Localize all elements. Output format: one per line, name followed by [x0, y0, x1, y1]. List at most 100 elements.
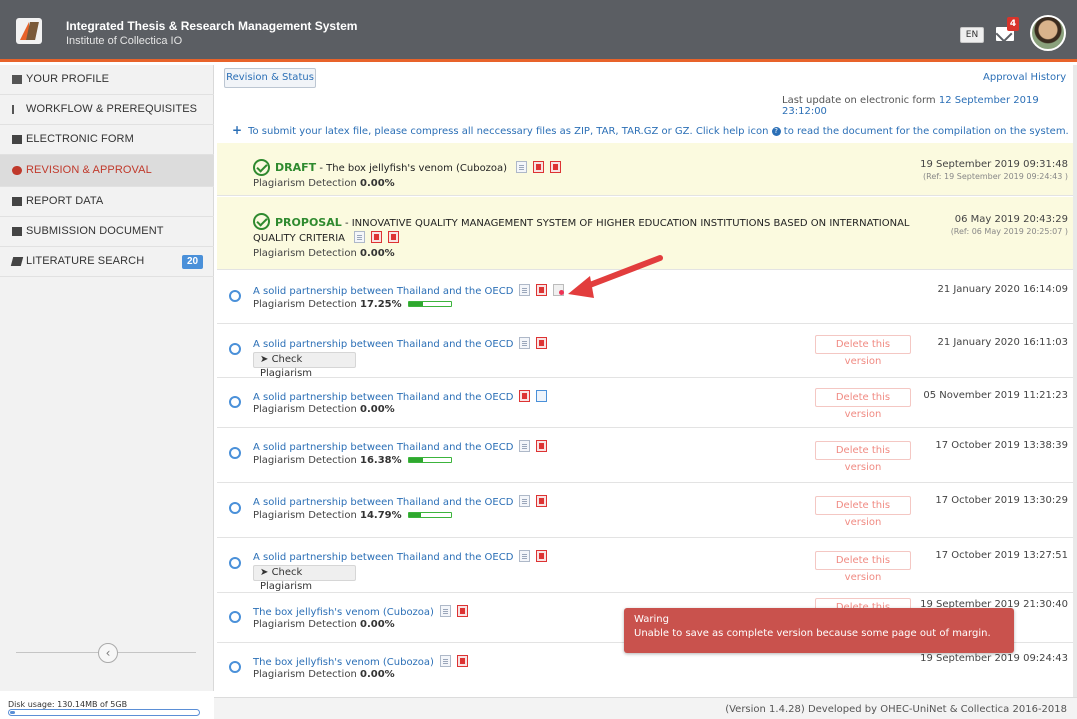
version-title[interactable]: A solid partnership between Thailand and… — [253, 339, 513, 350]
draft-ref: (Ref: 19 September 2019 09:24:43 ) — [923, 172, 1068, 181]
pdf-icon[interactable] — [533, 161, 545, 173]
plagiarism-bar-fill — [408, 458, 423, 462]
sidebar: YOUR PROFILE WORKFLOW & PREREQUISITES EL… — [0, 65, 214, 691]
sidebar-item-electronic-form[interactable]: ELECTRONIC FORM — [0, 125, 214, 155]
sidebar-item-label: SUBMISSION DOCUMENT — [26, 225, 164, 237]
delete-version-button[interactable]: Delete this version — [815, 388, 911, 420]
last-update-text: Last update on electronic form 12 Septem… — [782, 95, 1077, 117]
copy-icon — [12, 135, 22, 144]
scrollbar[interactable] — [1073, 65, 1077, 697]
delete-version-button[interactable]: Delete this version — [815, 496, 911, 528]
plagiarism-detection: Plagiarism Detection 16.38% — [253, 455, 452, 466]
pdf-icon[interactable] — [371, 231, 383, 243]
pdf-icon[interactable] — [536, 495, 548, 507]
footer: (Version 1.4.28) Developed by OHEC-UniNe… — [214, 697, 1077, 719]
pdf-icon[interactable] — [536, 337, 548, 349]
file-text-icon[interactable] — [519, 495, 531, 507]
info-text: To submit your latex file, please compre… — [248, 126, 769, 137]
sidebar-item-revision-approval[interactable]: REVISION & APPROVAL — [0, 155, 214, 187]
file-text-icon[interactable] — [354, 231, 366, 243]
pencil-square-icon — [12, 197, 22, 206]
plagiarism-detection: Plagiarism Detection 0.00% — [253, 669, 395, 680]
file-text-icon[interactable] — [519, 550, 531, 562]
proposal-title-line2-wrap: QUALITY CRITERIA — [253, 231, 400, 244]
file-text-icon[interactable] — [519, 440, 531, 452]
version-title[interactable]: A solid partnership between Thailand and… — [253, 392, 513, 403]
pdf-icon[interactable] — [536, 440, 548, 452]
pdf-icon[interactable] — [536, 550, 548, 562]
sidebar-item-literature-search[interactable]: LITERATURE SEARCH 20 — [0, 247, 214, 277]
collapse-sidebar-button[interactable]: ‹ — [98, 643, 118, 663]
approval-history-link[interactable]: Approval History — [983, 72, 1066, 83]
sidebar-item-workflow[interactable]: WORKFLOW & PREREQUISITES — [0, 95, 214, 125]
version-date: 17 October 2019 13:27:51 — [935, 550, 1068, 561]
version-title-wrap: A solid partnership between Thailand and… — [253, 495, 548, 508]
check-plagiarism-button[interactable]: ➤ Check Plagiarism — [253, 565, 356, 592]
delete-version-button[interactable]: Delete this version — [815, 441, 911, 473]
version-radio[interactable] — [229, 396, 241, 408]
version-radio[interactable] — [229, 502, 241, 514]
version-row: A solid partnership between Thailand and… — [217, 484, 1074, 538]
version-row: A solid partnership between Thailand and… — [217, 429, 1074, 483]
plagiarism-bar — [407, 457, 452, 463]
version-date: 21 January 2020 16:14:09 — [937, 284, 1068, 295]
file-text-icon[interactable] — [439, 655, 451, 667]
version-radio[interactable] — [229, 661, 241, 673]
pdf-icon[interactable] — [388, 231, 400, 243]
version-row: A solid partnership between Thailand and… — [217, 539, 1074, 593]
version-radio[interactable] — [229, 290, 241, 302]
sidebar-item-your-profile[interactable]: YOUR PROFILE — [0, 65, 214, 95]
version-radio[interactable] — [229, 611, 241, 623]
version-date: 05 November 2019 11:21:23 — [923, 390, 1068, 401]
plagiarism-detection: Plagiarism Detection 0.00% — [253, 178, 395, 189]
version-title[interactable]: The box jellyfish's venom (Cubozoa) — [253, 607, 434, 618]
sidebar-item-label: ELECTRONIC FORM — [26, 133, 134, 145]
version-title[interactable]: A solid partnership between Thailand and… — [253, 552, 513, 563]
draft-title-text: The box jellyfish's venom (Cubozoa) — [326, 163, 508, 174]
file-text-icon[interactable] — [516, 161, 528, 173]
delete-version-button[interactable]: Delete this version — [815, 335, 911, 367]
warning-toast[interactable]: Waring Unable to save as complete versio… — [624, 608, 1014, 653]
sidebar-item-label: REVISION & APPROVAL — [26, 164, 152, 176]
version-radio[interactable] — [229, 557, 241, 569]
info-text-after: to read the document for the compilation… — [783, 126, 1069, 137]
user-avatar[interactable] — [1030, 15, 1066, 51]
language-button[interactable]: EN — [960, 27, 984, 43]
file-text-icon[interactable] — [519, 284, 531, 296]
plagiarism-detection: Plagiarism Detection 0.00% — [253, 248, 395, 259]
draft-title: DRAFT - The box jellyfish's venom (Cuboz… — [275, 161, 562, 174]
app-logo[interactable] — [16, 18, 42, 44]
pdf-icon[interactable] — [536, 284, 548, 296]
sidebar-item-report-data[interactable]: REPORT DATA — [0, 187, 214, 217]
pdf-icon[interactable] — [550, 161, 562, 173]
sidebar-item-label: YOUR PROFILE — [26, 73, 110, 85]
plagiarism-bar-fill — [408, 302, 424, 306]
pdf-icon[interactable] — [456, 605, 468, 617]
mail-count-badge[interactable]: 4 — [1007, 17, 1019, 31]
version-date: 17 October 2019 13:38:39 — [935, 440, 1068, 451]
version-title[interactable]: A solid partnership between Thailand and… — [253, 286, 513, 297]
version-title[interactable]: A solid partnership between Thailand and… — [253, 442, 513, 453]
version-title[interactable]: The box jellyfish's venom (Cubozoa) — [253, 657, 434, 668]
plus-icon: + — [232, 123, 243, 137]
pdf-icon[interactable] — [456, 655, 468, 667]
word-doc-icon[interactable] — [536, 390, 548, 402]
stage-label: DRAFT — [275, 161, 317, 174]
pdf-icon[interactable] — [519, 390, 531, 402]
delete-version-button[interactable]: Delete this version — [815, 551, 911, 583]
version-title-wrap: A solid partnership between Thailand and… — [253, 390, 548, 403]
top-header: Integrated Thesis & Research Management … — [0, 0, 1077, 62]
check-plagiarism-button[interactable]: ➤ Check Plagiarism — [253, 352, 356, 379]
plagiarism-detection: Plagiarism Detection 17.25% — [253, 299, 452, 310]
version-radio[interactable] — [229, 447, 241, 459]
proposal-ref: (Ref: 06 May 2019 20:25:07 ) — [950, 227, 1068, 236]
plagiarism-bar — [407, 512, 452, 518]
file-text-icon[interactable] — [439, 605, 451, 617]
version-row: A solid partnership between Thailand and… — [217, 325, 1074, 379]
version-radio[interactable] — [229, 343, 241, 355]
sidebar-item-submission-document[interactable]: SUBMISSION DOCUMENT — [0, 217, 214, 247]
version-title[interactable]: A solid partnership between Thailand and… — [253, 497, 513, 508]
tab-revision-status[interactable]: Revision & Status — [224, 68, 316, 88]
help-icon[interactable]: ? — [771, 127, 781, 136]
file-text-icon[interactable] — [519, 337, 531, 349]
